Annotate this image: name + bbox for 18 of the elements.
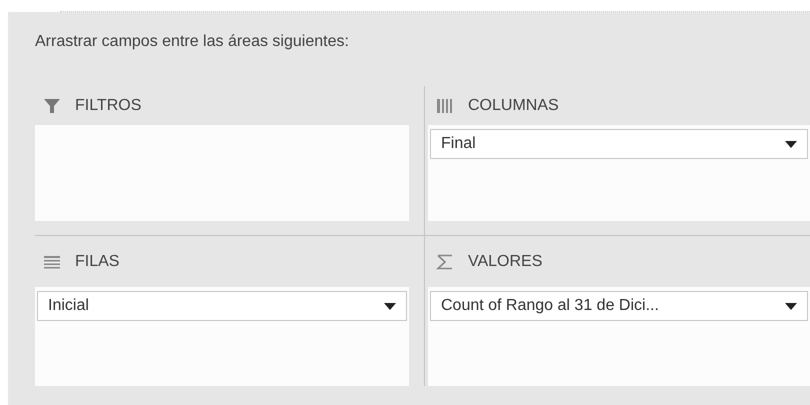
area-title: COLUMNAS [468,96,559,116]
drop-area[interactable]: Count of Rango al 31 de Dici... [428,287,810,386]
area-title: FILTROS [75,96,142,116]
field-dropdown[interactable]: Final [430,129,808,159]
drop-area[interactable]: Inicial [35,287,409,386]
area-title: VALORES [468,252,542,272]
rows-icon [43,254,61,268]
sigma-icon [436,254,454,270]
instruction-text: Arrastrar campos entre las áreas siguientes: [35,32,350,52]
field-dropdown[interactable]: Inicial [37,291,407,321]
drop-area[interactable]: Final [428,125,810,221]
dropdown-caret-icon [384,302,396,310]
dropdown-caret-icon [785,302,797,310]
dropdown-caret-icon [785,140,797,148]
area-title: FILAS [75,252,120,272]
filter-icon [43,96,61,114]
columns-icon [436,98,454,114]
field-dropdown[interactable]: Count of Rango al 31 de Dici... [430,291,808,321]
